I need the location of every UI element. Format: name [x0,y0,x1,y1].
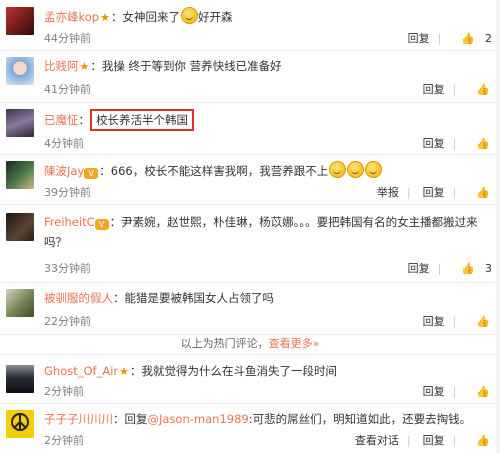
like-button[interactable]: 👍 [468,434,492,447]
comment-text: 我操 终于等到你 营养快线已准备好 [101,59,282,73]
avatar[interactable] [6,109,34,137]
list-item: FreiheitC V ：尹素婉，赵世熙，朴佳琳，杨苡娜。。。要把韩国有名的女主播都… [0,204,500,283]
comment-text-tail: 好开森 [197,10,233,24]
timestamp: 39分钟前 [44,186,91,199]
avatar[interactable] [6,410,34,438]
avatar[interactable] [6,365,34,393]
like-button[interactable]: 👍 [468,315,492,328]
like-button[interactable]: 👍 [468,385,492,398]
reply-button[interactable]: 回复 [423,186,445,199]
view-conversation-button[interactable]: 查看对话 [355,434,399,447]
laughing-emoji-icon [365,161,383,178]
username-link[interactable]: 子子子川川川 [44,412,113,426]
avatar[interactable] [6,7,34,35]
thumbs-up-icon: 👍 [476,434,490,447]
timestamp: 44分钟前 [44,32,91,45]
list-item: 陳波Jay V ：666，校长不能这样害我啊，我营养跟不上 39分钟前 举报 | 回复 |… [0,154,500,205]
timestamp: 2分钟前 [44,434,84,447]
laughing-emoji-icon [329,161,347,178]
comment-text: 我就觉得为什么在斗鱼消失了一段时间 [141,364,338,378]
laughing-emoji-icon [180,7,198,24]
username-link[interactable]: 已魔怔 [44,113,79,127]
star-icon: ★ [100,11,110,24]
hot-comments-label: 以上为热门评论， [180,337,269,350]
reply-button[interactable]: 回复 [423,315,445,328]
reply-button[interactable]: 回复 [423,137,445,150]
username-link[interactable]: 陳波Jay [44,164,84,178]
comment-text: 666，校长不能这样害我啊，我营养跟不上 [110,164,329,178]
avatar[interactable] [6,57,34,85]
view-more-link[interactable]: 查看更多» [269,337,320,350]
avatar[interactable] [6,213,34,241]
thumbs-up-icon: 👍 [476,137,490,150]
laughing-emoji-icon [347,161,365,178]
thumbs-up-icon: 👍 [476,83,490,96]
comment-text: :可悲的屌丝们，明知道如此，还要去掏钱。 [248,412,472,426]
reply-button[interactable]: 回复 [408,32,430,45]
username-link[interactable]: Ghost_Of_Air [44,364,118,378]
timestamp: 2分钟前 [44,385,84,398]
vip-badge-icon: V [84,168,99,179]
username-link[interactable]: 比贱阿 [44,59,79,73]
list-item: 子子子川川川：回复@Jason-man1989:可悲的屌丝们，明知道如此，还要去… [0,403,500,453]
like-button[interactable]: 👍 3 [453,262,492,275]
reply-button[interactable]: 回复 [423,83,445,96]
reply-prefix: 回复 [124,412,148,426]
like-button[interactable]: 👍 [468,186,492,199]
thumbs-up-icon: 👍 [461,32,475,45]
mention-link[interactable]: @Jason-man1989 [148,412,249,426]
scrollbar[interactable] [496,0,500,453]
list-item: Ghost_Of_Air★：我就觉得为什么在斗鱼消失了一段时间 2分钟前 回复 |… [0,355,500,404]
reply-button[interactable]: 回复 [423,385,445,398]
reply-button[interactable]: 回复 [423,434,445,447]
comment-text: 女神回来了 [122,10,180,24]
peace-sign-icon [6,410,34,438]
reply-button[interactable]: 回复 [408,262,430,275]
vip-badge-icon: V [94,219,109,230]
timestamp: 4分钟前 [44,137,84,150]
like-button[interactable]: 👍 2 [453,32,492,45]
avatar[interactable] [6,161,34,189]
thumbs-up-icon: 👍 [476,385,490,398]
timestamp: 22分钟前 [44,315,91,328]
hot-comments-divider: 以上为热门评论，查看更多» [0,334,500,355]
comment-feed: 孟亦峰kop★：女神回来了 好开森 44分钟前 回复 | 👍 2 比贱阿★：我操 终于等… [0,0,500,453]
thumbs-up-icon: 👍 [461,262,475,275]
username-link[interactable]: 孟亦峰kop [44,10,99,24]
highlighted-comment-text: 校长养活半个韩国 [90,109,194,131]
like-button[interactable]: 👍 [468,83,492,96]
list-item: 比贱阿★：我操 终于等到你 营养快线已准备好 41分钟前 回复 | 👍 [0,50,500,103]
avatar[interactable] [6,289,34,317]
star-icon: ★ [79,60,90,73]
list-item: 孟亦峰kop★：女神回来了 好开森 44分钟前 回复 | 👍 2 [0,0,500,51]
report-button[interactable]: 举报 [377,186,399,199]
like-button[interactable]: 👍 [468,137,492,150]
list-item: 已魔怔： 校长养活半个韩国 4分钟前 回复 | 👍 [0,102,500,155]
timestamp: 33分钟前 [44,262,91,275]
timestamp: 41分钟前 [44,83,91,96]
thumbs-up-icon: 👍 [476,186,490,199]
star-icon: ★ [119,365,130,378]
comment-text: 能猎是要被韩国女人占领了吗 [124,291,275,305]
username-link[interactable]: 被驯服的假人 [44,291,113,305]
thumbs-up-icon: 👍 [476,315,490,328]
list-item: 被驯服的假人：能猎是要被韩国女人占领了吗 22分钟前 回复 | 👍 [0,282,500,335]
username-link[interactable]: FreiheitC [44,215,95,229]
